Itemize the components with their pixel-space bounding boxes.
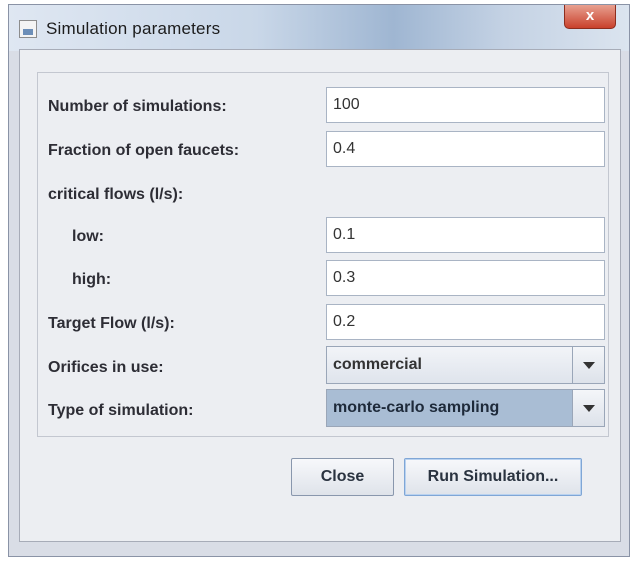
low-label: low: [72,228,104,245]
fraction-open-faucets-label: Fraction of open faucets: [48,142,240,159]
high-flow-input[interactable]: 0.3 [326,260,605,296]
orifices-select[interactable]: commercial [326,346,605,384]
target-flow-label: Target Flow (l/s): [48,315,175,332]
chevron-down-icon[interactable] [572,390,604,426]
simulation-type-selected-value: monte-carlo sampling [333,399,500,416]
window-title: Simulation parameters [46,19,221,38]
dialog-window: Simulation parameters x Number of simula… [8,4,630,557]
dialog-content: Number of simulations: 100 Fraction of o… [19,49,621,542]
fraction-open-faucets-input[interactable]: 0.4 [326,131,605,167]
run-simulation-button[interactable]: Run Simulation... [404,458,582,496]
close-button[interactable]: Close [291,458,394,496]
high-label: high: [72,271,112,288]
simulation-type-select[interactable]: monte-carlo sampling [326,389,605,427]
simulation-type-label: Type of simulation: [48,402,194,419]
low-flow-input[interactable]: 0.1 [326,217,605,253]
num-simulations-label: Number of simulations: [48,98,227,115]
orifices-selected-value: commercial [333,356,422,373]
window-app-icon [19,20,37,38]
close-icon: x [585,7,595,24]
title-bar[interactable]: Simulation parameters x [9,5,629,51]
num-simulations-input[interactable]: 100 [326,87,605,123]
orifices-label: Orifices in use: [48,359,164,376]
chevron-down-icon[interactable] [572,347,604,383]
close-window-button[interactable]: x [564,5,616,29]
target-flow-input[interactable]: 0.2 [326,304,605,340]
critical-flows-label: critical flows (l/s): [48,186,184,203]
